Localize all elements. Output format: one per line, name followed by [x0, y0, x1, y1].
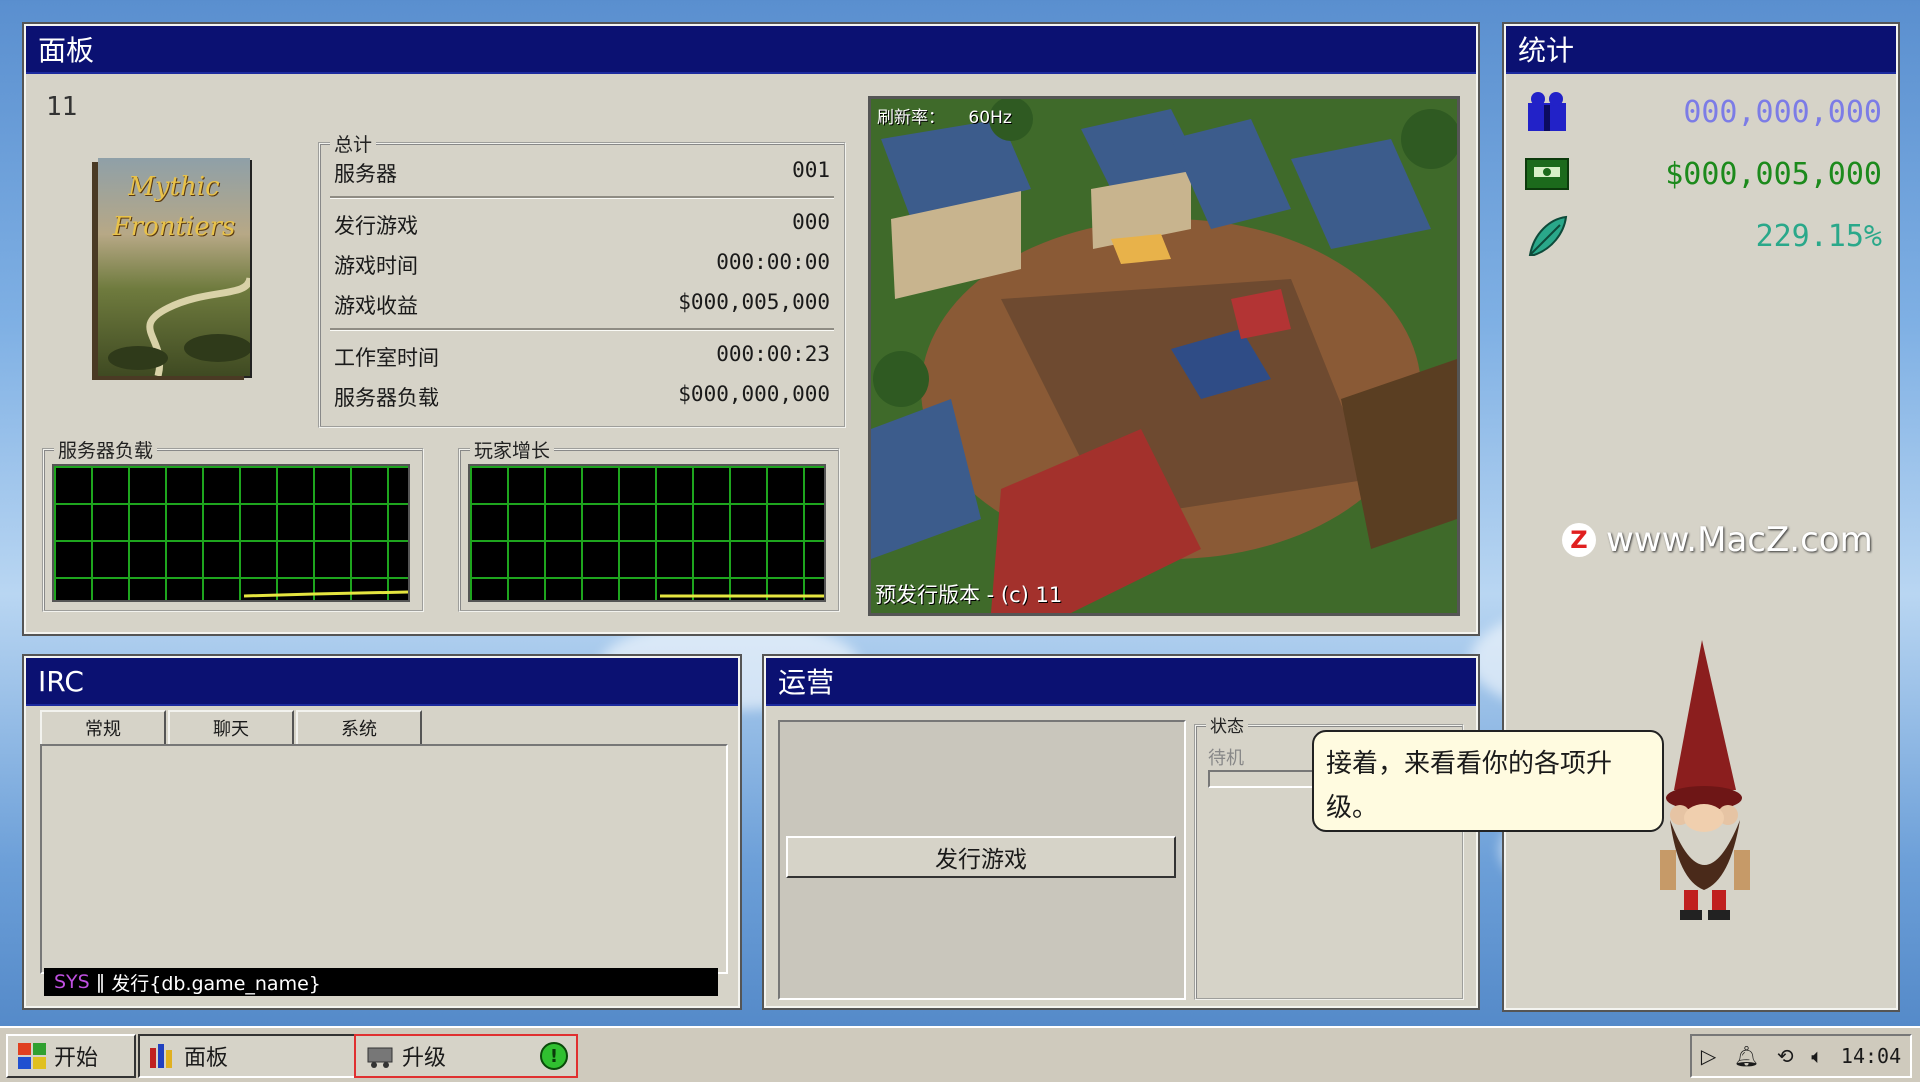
- row-value: 000: [792, 210, 830, 234]
- start-logo-icon: [18, 1043, 46, 1069]
- irc-input-prefix: SYS: [54, 971, 90, 993]
- preview-caption: 预发行版本 - (c) 11: [875, 583, 1063, 607]
- clock: 14:04: [1840, 1044, 1902, 1068]
- irc-tabs: 常规 聊天 系统: [40, 710, 720, 744]
- row-label: 游戏收益: [334, 294, 418, 318]
- row-label: 游戏时间: [334, 254, 418, 278]
- village-scene: [871, 99, 1457, 613]
- upgrade-cart-icon: [367, 1047, 393, 1068]
- row-value: 000:00:00: [716, 250, 830, 274]
- irc-input-divider: ‖: [95, 971, 106, 993]
- totals-group-title: 总计: [330, 130, 377, 157]
- panel-window: 面板 11 Mythic Frontiers 总计 服务器 001 发行游戏 000…: [22, 22, 1480, 636]
- ops-titlebar[interactable]: 运营: [766, 658, 1476, 706]
- publish-game-button[interactable]: 发行游戏: [786, 836, 1176, 878]
- taskbar: 开始 面板 升级 ! ▷ 🔔︎ ⟲ 🔈︎ 14:04: [0, 1026, 1920, 1082]
- cover-title-line1: Mythic: [128, 172, 220, 202]
- irc-input[interactable]: SYS ‖ 发行{db.game_name}: [44, 968, 718, 996]
- people-icon: [1528, 92, 1566, 131]
- panel-books-icon: [150, 1044, 172, 1068]
- ops-title: 运营: [778, 666, 835, 699]
- irc-log[interactable]: [40, 744, 728, 974]
- row-value: $000,005,000: [678, 290, 830, 314]
- tab-system[interactable]: 系统: [296, 710, 422, 744]
- taskbar-upgrade-button[interactable]: 升级 !: [354, 1034, 578, 1078]
- stats-titlebar[interactable]: 统计: [1506, 26, 1896, 74]
- network-icon[interactable]: ⟲: [1777, 1044, 1794, 1068]
- status-value: 待机: [1208, 748, 1244, 769]
- totals-row: 游戏时间 000:00:00: [334, 250, 830, 280]
- gnome-assistant[interactable]: [1640, 640, 1770, 940]
- stats-title: 统计: [1518, 34, 1575, 67]
- ops-window: 运营 发行游戏 状态 待机: [762, 654, 1480, 1010]
- divider: [330, 328, 834, 331]
- refresh-value: 60Hz: [968, 108, 1012, 128]
- divider: [330, 196, 834, 199]
- start-label: 开始: [54, 1046, 99, 1071]
- totals-row: 发行游戏 000: [334, 210, 830, 240]
- totals-group: 总计 服务器 001 发行游戏 000 游戏时间 000:00:00 游戏收益 $000…: [318, 130, 846, 428]
- totals-row: 服务器 001: [334, 158, 830, 188]
- irc-input-text: 发行{db.game_name}: [111, 972, 321, 995]
- feather-icon: [1528, 215, 1568, 256]
- refresh-label: 刷新率：: [877, 108, 945, 128]
- row-value: 000:00:23: [716, 342, 830, 366]
- speech-bubble: 接着，来看看你的各项升级。: [1312, 730, 1664, 832]
- volume-icon[interactable]: 🔈︎: [1811, 1044, 1823, 1068]
- stat-players-value: 000,000,000: [1683, 94, 1882, 130]
- player-growth-line: [660, 594, 824, 598]
- irc-titlebar[interactable]: IRC: [26, 658, 738, 706]
- ops-actions-pane: 发行游戏: [778, 720, 1186, 1000]
- watermark-text: www.MacZ.com: [1606, 520, 1873, 560]
- taskbar-upgrade-label: 升级: [402, 1046, 447, 1071]
- tab-chat[interactable]: 聊天: [168, 710, 294, 744]
- speech-text: 接着，来看看你的各项升级。: [1326, 749, 1613, 823]
- tab-general[interactable]: 常规: [40, 710, 166, 744]
- player-growth-title: 玩家增长: [470, 436, 555, 463]
- cover-title-line2: Frontiers: [112, 212, 236, 242]
- game-id: 11: [46, 92, 78, 122]
- refresh-rate: 刷新率： 60Hz: [877, 103, 1012, 128]
- totals-row: 游戏收益 $000,005,000: [334, 290, 830, 320]
- row-value: $000,000,000: [678, 382, 830, 406]
- server-load-group: 服务器负载: [42, 436, 424, 612]
- watermark: Z www.MacZ.com: [1562, 520, 1873, 560]
- taskbar-panel-button[interactable]: 面板: [138, 1034, 356, 1078]
- stat-percent-value: 229.15%: [1755, 218, 1882, 254]
- game-cover: Mythic Frontiers: [98, 158, 250, 376]
- panel-titlebar[interactable]: 面板: [26, 26, 1476, 74]
- game-preview[interactable]: 刷新率： 60Hz 预发行版本 - (c) 11: [868, 96, 1460, 616]
- totals-row: 工作室时间 000:00:23: [334, 342, 830, 372]
- stat-money: $000,005,000: [1524, 148, 1882, 200]
- irc-title: IRC: [38, 664, 84, 698]
- system-tray: ▷ 🔔︎ ⟲ 🔈︎ 14:04: [1690, 1034, 1912, 1078]
- row-label: 服务器: [334, 162, 397, 186]
- watermark-logo-icon: Z: [1562, 523, 1596, 557]
- money-icon: [1525, 158, 1569, 190]
- status-group-title: 状态: [1206, 712, 1248, 737]
- stat-money-value: $000,005,000: [1665, 156, 1882, 192]
- server-load-graph: [52, 464, 410, 602]
- stat-percent: 229.15%: [1524, 210, 1882, 262]
- stat-players: 000,000,000: [1524, 86, 1882, 138]
- row-label: 工作室时间: [334, 346, 439, 370]
- start-button[interactable]: 开始: [6, 1034, 136, 1078]
- player-growth-group: 玩家增长: [458, 436, 840, 612]
- row-label: 发行游戏: [334, 214, 418, 238]
- row-value: 001: [792, 158, 830, 182]
- row-label: 服务器负载: [334, 386, 439, 410]
- alert-icon: !: [540, 1042, 568, 1070]
- irc-window: IRC 常规 聊天 系统 SYS ‖ 发行{db.game_name}: [22, 654, 742, 1010]
- player-growth-graph: [468, 464, 826, 602]
- taskbar-panel-label: 面板: [184, 1046, 229, 1071]
- totals-row: 服务器负载 $000,000,000: [334, 382, 830, 412]
- server-load-line: [243, 590, 408, 598]
- play-icon[interactable]: ▷: [1701, 1044, 1716, 1068]
- panel-title: 面板: [38, 34, 95, 67]
- notification-bell-icon[interactable]: 🔔︎: [1734, 1044, 1759, 1068]
- server-load-title: 服务器负载: [54, 436, 158, 463]
